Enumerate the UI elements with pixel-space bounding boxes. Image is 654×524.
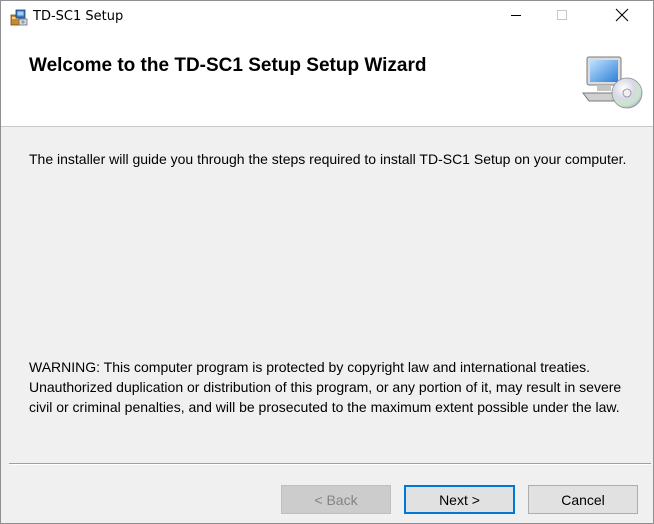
minimize-icon — [510, 8, 522, 26]
footer-divider — [9, 463, 651, 465]
next-button[interactable]: Next > — [404, 485, 515, 514]
copyright-warning-text: WARNING: This computer program is protec… — [29, 359, 622, 415]
setup-dialog-window: TD-SC1 Setup Welcome to the TD-SC1 Setup… — [0, 0, 654, 524]
minimize-button[interactable] — [493, 1, 539, 33]
maximize-button[interactable] — [539, 1, 585, 33]
maximize-icon — [556, 8, 568, 26]
title-bar[interactable]: TD-SC1 Setup — [1, 1, 653, 33]
close-button[interactable] — [599, 1, 645, 33]
cancel-button[interactable]: Cancel — [528, 485, 638, 514]
close-icon — [615, 8, 629, 27]
installer-package-icon — [10, 8, 28, 26]
computer-cd-icon — [581, 53, 643, 111]
wizard-body: The installer will guide you through the… — [1, 127, 653, 463]
wizard-title: Welcome to the TD-SC1 Setup Setup Wizard — [29, 55, 427, 76]
window-title: TD-SC1 Setup — [33, 9, 124, 24]
intro-text: The installer will guide you through the… — [29, 151, 627, 167]
back-button[interactable]: < Back — [281, 485, 391, 514]
wizard-header-banner: Welcome to the TD-SC1 Setup Setup Wizard — [1, 33, 653, 127]
